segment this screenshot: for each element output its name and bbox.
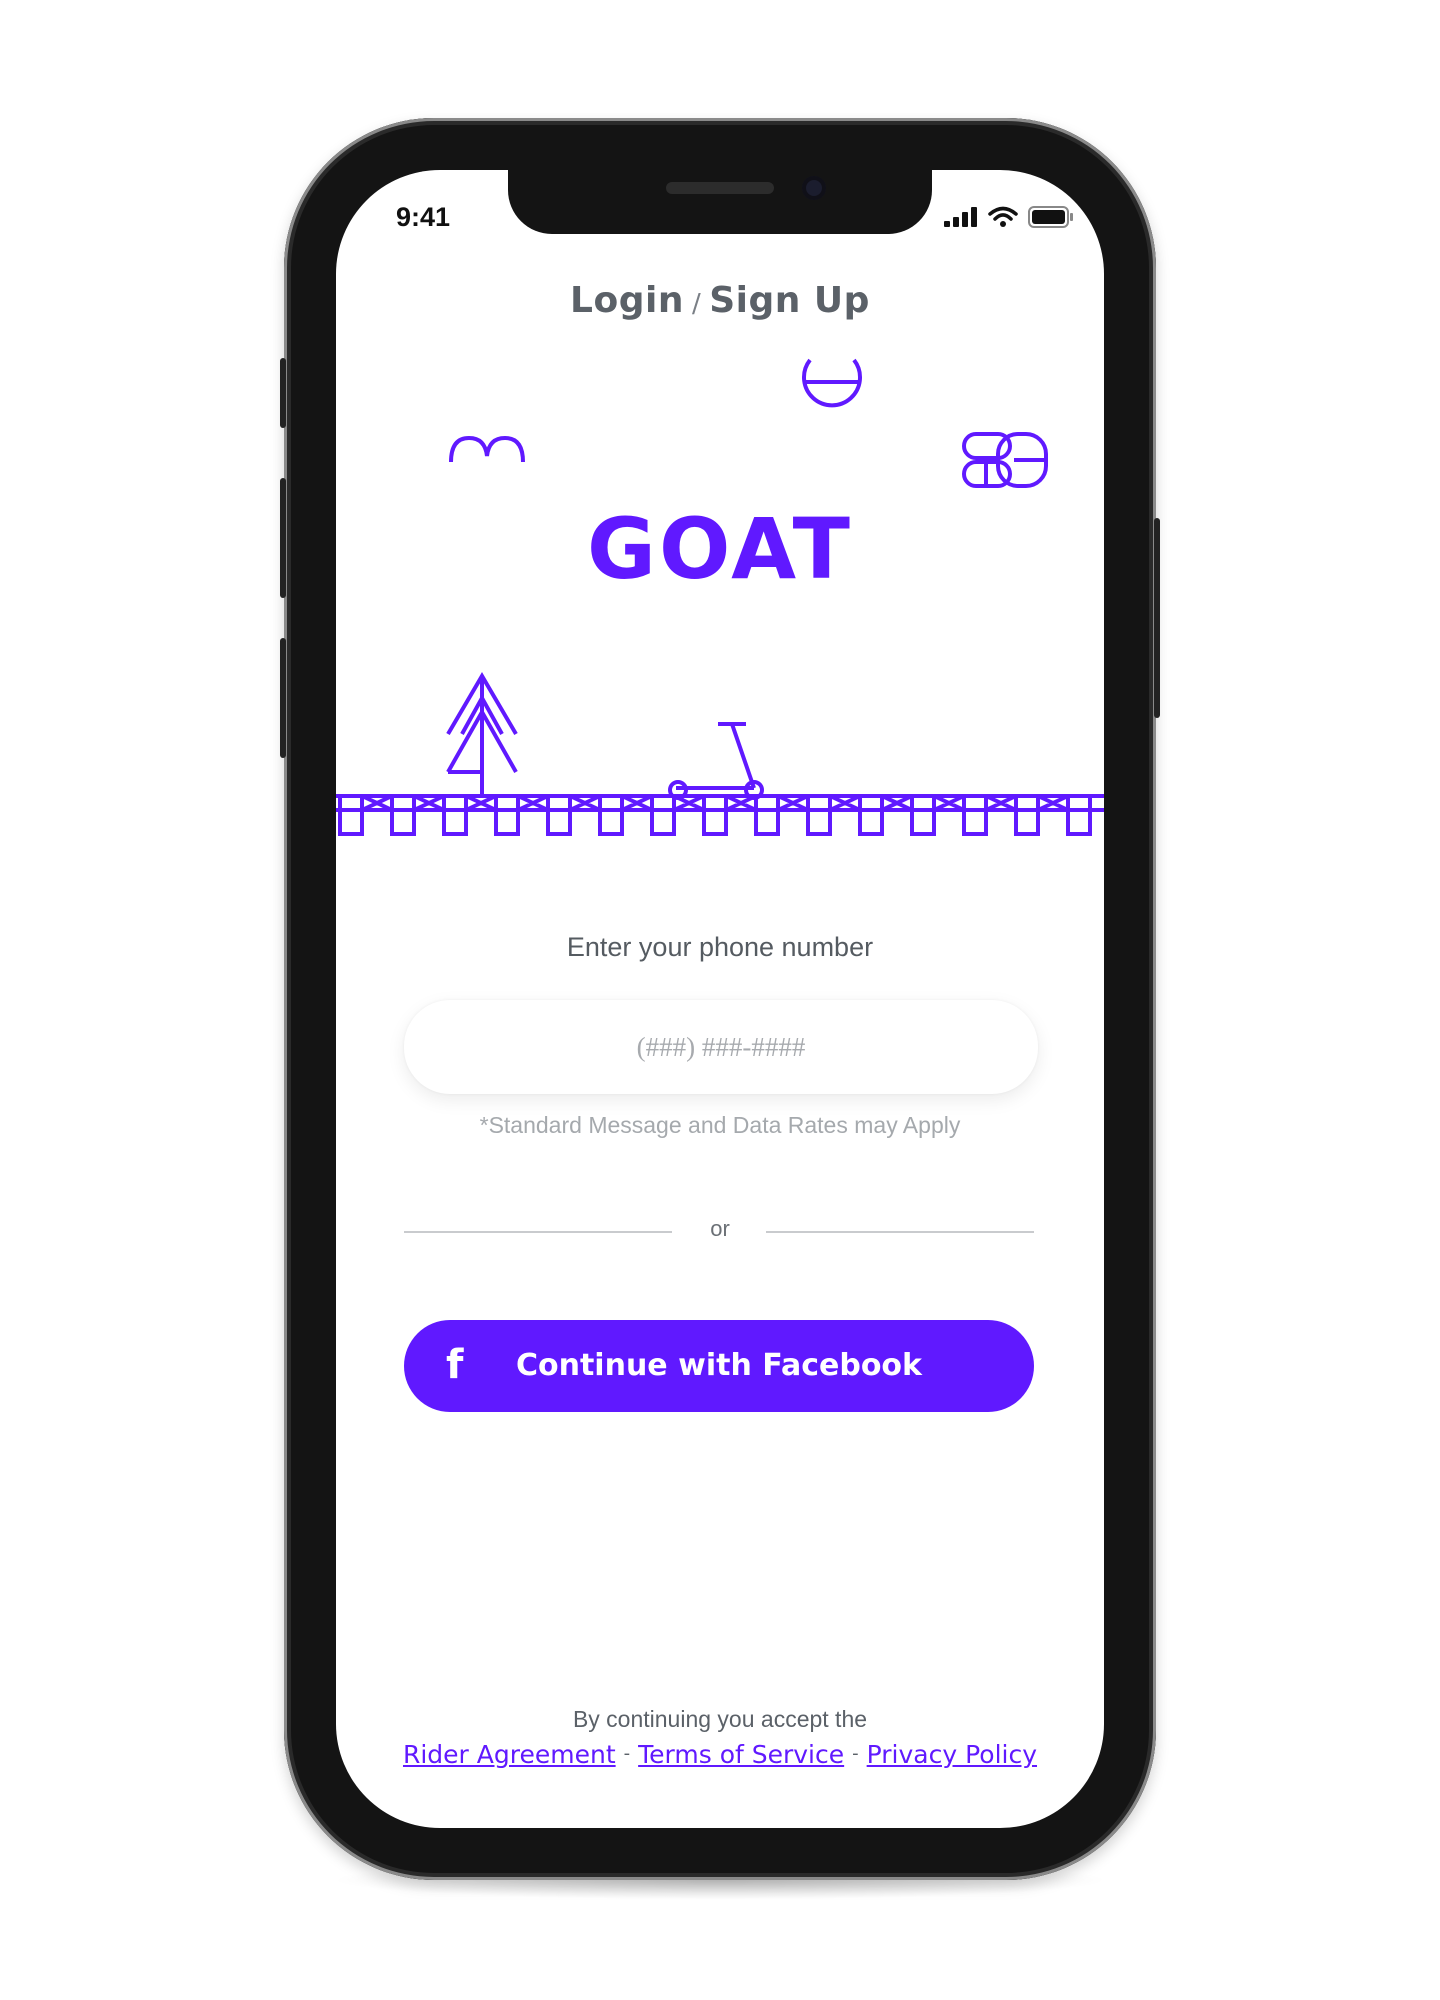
rates-disclaimer: *Standard Message and Data Rates may App… bbox=[479, 1112, 961, 1138]
login-tab[interactable]: Login bbox=[570, 280, 684, 321]
goat-logo: GOAT bbox=[587, 500, 853, 598]
privacy-policy-link[interactable]: Privacy Policy bbox=[867, 1740, 1037, 1769]
legal-separator: - bbox=[623, 1743, 631, 1764]
phone-number-label: Enter your phone number bbox=[566, 932, 874, 962]
app-screen: 9:41 Login / Sign Up GOAT Enter your pho… bbox=[336, 170, 1104, 1828]
legal-separator: - bbox=[852, 1743, 859, 1764]
battery-icon bbox=[1028, 206, 1073, 228]
volume-up-button bbox=[280, 478, 286, 598]
rider-agreement-link[interactable]: Rider Agreement bbox=[403, 1740, 616, 1769]
wifi-icon bbox=[988, 206, 1018, 227]
front-camera bbox=[802, 176, 826, 200]
phone-number-input[interactable] bbox=[404, 1000, 1038, 1094]
power-button bbox=[1154, 518, 1160, 718]
speaker-grille bbox=[666, 182, 774, 194]
rail-track-icon bbox=[336, 794, 1104, 836]
terms-of-service-link[interactable]: Terms of Service bbox=[638, 1740, 844, 1769]
pine-tree-icon bbox=[446, 672, 518, 796]
notch bbox=[508, 170, 932, 234]
legal-intro: By continuing you accept the bbox=[572, 1706, 868, 1732]
divider-or: or bbox=[710, 1216, 730, 1241]
chain-link-icon bbox=[962, 432, 1048, 488]
volume-down-button bbox=[280, 638, 286, 758]
half-circle-icon bbox=[802, 358, 862, 408]
legal-links: Rider Agreement - Terms of Service - Privacy… bbox=[336, 1740, 1104, 1769]
title-separator: / bbox=[691, 289, 702, 319]
facebook-button-label: Continue with Facebook bbox=[515, 1348, 922, 1383]
status-time: 9:41 bbox=[396, 202, 451, 232]
continue-with-facebook-button[interactable]: f Continue with Facebook bbox=[404, 1320, 1034, 1412]
page-title: Login / Sign Up bbox=[336, 280, 1104, 321]
divider-line-right bbox=[766, 1231, 1034, 1233]
signal-icon bbox=[944, 207, 977, 227]
status-icons bbox=[944, 206, 1074, 228]
signup-tab[interactable]: Sign Up bbox=[709, 280, 870, 321]
mute-switch bbox=[280, 358, 286, 428]
arch-icon bbox=[449, 435, 525, 463]
